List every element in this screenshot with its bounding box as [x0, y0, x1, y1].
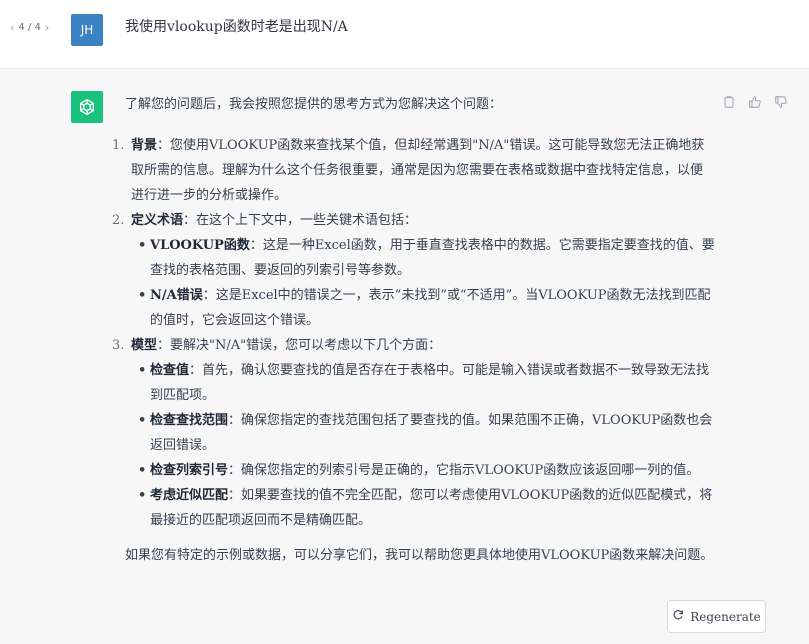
- sub-item-text: ：确保您指定的查找范围包括了要查找的值。如果范围不正确，VLOOKUP函数也会返…: [150, 413, 713, 453]
- item-title: 模型: [131, 338, 158, 353]
- item-title: 定义术语: [131, 213, 184, 228]
- sub-item-text: ：首先，确认您要查找的值是否存在于表格中。可能是输入错误或者数据不一致导致无法找…: [150, 363, 710, 403]
- assistant-message-row: 了解您的问题后，我会按照您提供的思考方式为您解决这个问题： 1. 背景：您使用V…: [0, 68, 809, 644]
- response-pager: ‹ 4 / 4 ›: [10, 21, 49, 34]
- list-item: 3. 模型：要解决"N/A"错误，您可以考虑以下几个方面：: [112, 333, 715, 358]
- thumbs-up-icon[interactable]: [747, 94, 763, 110]
- bullet: •: [138, 413, 147, 428]
- sub-list-item: • 检查列索引号：确保您指定的列索引号是正确的，它指示VLOOKUP函数应该返回…: [125, 458, 715, 483]
- copy-icon[interactable]: [721, 94, 737, 110]
- bullet: •: [138, 463, 147, 478]
- regenerate-button[interactable]: Regenerate: [667, 600, 766, 633]
- bullet: •: [138, 488, 147, 503]
- sub-item-title: 检查列索引号: [150, 463, 229, 478]
- user-message-row: ‹ 4 / 4 › JH 我使用vlookup函数时老是出现N/A: [0, 0, 809, 68]
- pager-label: 4 / 4: [18, 22, 41, 33]
- sub-item-title: VLOOKUP函数: [150, 238, 250, 253]
- bullet: •: [138, 238, 147, 253]
- intro-text: 了解您的问题后，我会按照您提供的思考方式为您解决这个问题：: [125, 97, 503, 112]
- bullet: •: [138, 288, 147, 303]
- sub-item-title: 考虑近似匹配: [150, 488, 229, 503]
- sub-item-title: N/A错误: [150, 288, 203, 303]
- prev-response-button[interactable]: ‹: [10, 21, 14, 34]
- sub-item-text: ：这是Excel中的错误之一，表示“未找到”或“不适用”。当VLOOKUP函数无…: [150, 288, 711, 328]
- item-text: ：在这个上下文中，一些关键术语包括：: [183, 213, 418, 228]
- sub-item-title: 检查值: [150, 363, 190, 378]
- thumbs-down-icon[interactable]: [773, 94, 789, 110]
- sub-item-text: ：如果要查找的值不完全匹配，您可以考虑使用VLOOKUP函数的近似匹配模式，将最…: [150, 488, 713, 528]
- list-item: 1. 背景：您使用VLOOKUP函数来查找某个值，但却经常遇到"N/A"错误。这…: [112, 133, 715, 208]
- assistant-message-content: 了解您的问题后，我会按照您提供的思考方式为您解决这个问题： 1. 背景：您使用V…: [112, 92, 715, 568]
- sub-list-item: • 考虑近似匹配：如果要查找的值不完全匹配，您可以考虑使用VLOOKUP函数的近…: [125, 483, 715, 533]
- bullet: •: [138, 363, 147, 378]
- message-actions: [721, 94, 789, 110]
- item-text: ：您使用VLOOKUP函数来查找某个值，但却经常遇到"N/A"错误。这可能导致您…: [131, 138, 705, 203]
- sub-item-text: ：确保您指定的列索引号是正确的，它指示VLOOKUP函数应该返回哪一列的值。: [228, 463, 700, 478]
- user-avatar: JH: [71, 14, 103, 46]
- list-number: 2.: [112, 213, 125, 228]
- outro-text: 如果您有特定的示例或数据，可以分享它们，我可以帮助您更具体地使用VLOOKUP函…: [125, 548, 714, 563]
- refresh-icon: [672, 609, 684, 624]
- next-response-button[interactable]: ›: [45, 21, 49, 34]
- list-number: 3.: [112, 338, 125, 353]
- regenerate-label: Regenerate: [690, 609, 761, 624]
- item-title: 背景: [131, 138, 158, 153]
- sub-list-item: • VLOOKUP函数：这是一种Excel函数，用于垂直查找表格中的数据。它需要…: [125, 233, 715, 283]
- sub-list-item: • N/A错误：这是Excel中的错误之一，表示“未找到”或“不适用”。当VLO…: [125, 283, 715, 333]
- list-item: 2. 定义术语：在这个上下文中，一些关键术语包括：: [112, 208, 715, 233]
- sub-list-item: • 检查查找范围：确保您指定的查找范围包括了要查找的值。如果范围不正确，VLOO…: [125, 408, 715, 458]
- sub-list-item: • 检查值：首先，确认您要查找的值是否存在于表格中。可能是输入错误或者数据不一致…: [125, 358, 715, 408]
- item-text: ：要解决"N/A"错误，您可以考虑以下几个方面：: [157, 338, 442, 353]
- openai-logo-icon: [71, 91, 103, 123]
- list-number: 1.: [112, 138, 125, 153]
- sub-item-title: 检查查找范围: [150, 413, 229, 428]
- user-message-text: 我使用vlookup函数时老是出现N/A: [125, 19, 348, 35]
